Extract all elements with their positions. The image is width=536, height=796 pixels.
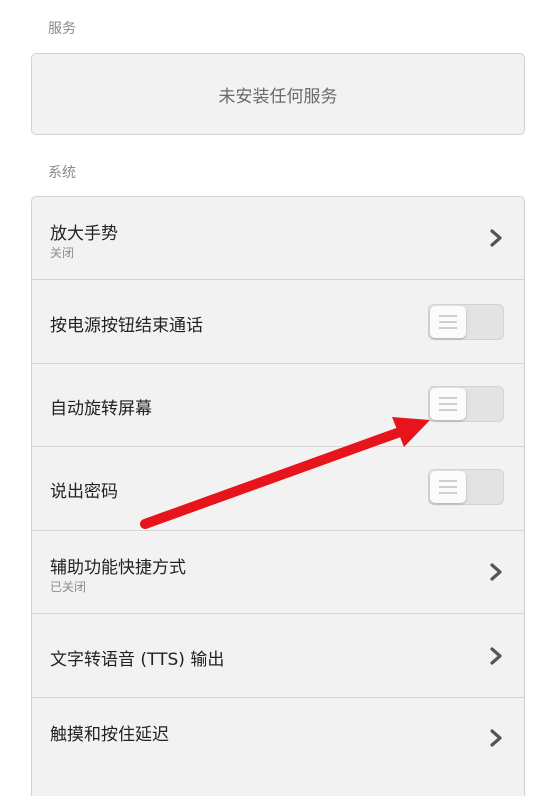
chevron-right-icon (490, 229, 502, 247)
setting-title: 按电源按钮结束通话 (50, 316, 203, 336)
chevron-right-icon (490, 647, 502, 665)
services-card: 未安装任何服务 (31, 53, 525, 135)
grip-icon (439, 397, 457, 399)
setting-row-speak-passwords: 说出密码 (32, 447, 524, 531)
chevron-right-icon (490, 729, 502, 747)
toggle-thumb (430, 306, 466, 338)
system-card: 放大手势 关闭 按电源按钮结束通话 自动旋转屏幕 说出密码 辅助功能快捷方式 已… (31, 196, 525, 796)
setting-subtitle: 关闭 (50, 246, 75, 260)
setting-subtitle: 已关闭 (50, 580, 87, 594)
grip-icon (439, 321, 457, 323)
setting-title: 说出密码 (50, 482, 118, 502)
setting-row-magnification-gestures[interactable]: 放大手势 关闭 (32, 197, 524, 280)
services-section-label: 服务 (48, 21, 76, 37)
setting-row-accessibility-shortcut[interactable]: 辅助功能快捷方式 已关闭 (32, 531, 524, 614)
setting-row-auto-rotate: 自动旋转屏幕 (32, 364, 524, 447)
toggle-thumb (430, 471, 466, 503)
grip-icon (439, 327, 457, 329)
services-empty-text: 未安装任何服务 (218, 86, 338, 107)
setting-title: 触摸和按住延迟 (50, 725, 169, 745)
setting-title: 文字转语音 (TTS) 输出 (50, 650, 225, 670)
auto-rotate-toggle[interactable] (428, 386, 504, 422)
power-ends-call-toggle[interactable] (428, 304, 504, 340)
speak-passwords-toggle[interactable] (428, 469, 504, 505)
setting-title: 辅助功能快捷方式 (50, 558, 186, 578)
chevron-right-icon (490, 563, 502, 581)
grip-icon (439, 403, 457, 405)
setting-row-touch-hold-delay[interactable]: 触摸和按住延迟 (32, 698, 524, 796)
grip-icon (439, 492, 457, 494)
grip-icon (439, 486, 457, 488)
grip-icon (439, 480, 457, 482)
setting-title: 自动旋转屏幕 (50, 399, 152, 419)
setting-row-power-ends-call: 按电源按钮结束通话 (32, 280, 524, 364)
toggle-thumb (430, 388, 466, 420)
setting-title: 放大手势 (50, 224, 118, 244)
system-section-label: 系统 (48, 165, 76, 181)
grip-icon (439, 409, 457, 411)
grip-icon (439, 315, 457, 317)
setting-row-tts-output[interactable]: 文字转语音 (TTS) 输出 (32, 614, 524, 698)
